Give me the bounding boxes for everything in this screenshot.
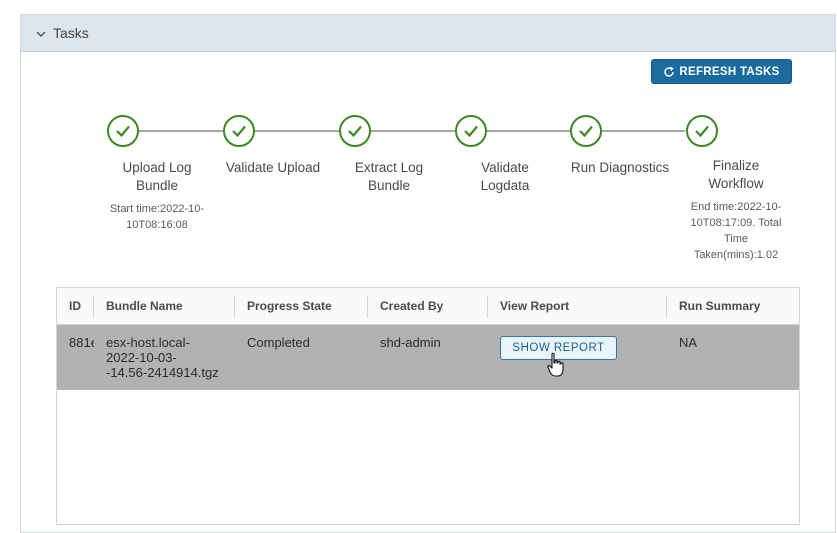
stepper-line (139, 130, 685, 132)
panel-title: Tasks (53, 25, 89, 41)
step-6-check-icon (686, 115, 718, 147)
step-1-check-icon (107, 115, 139, 147)
step-3-check-icon (339, 115, 371, 147)
column-header-id[interactable]: ID (57, 288, 93, 324)
step-2-label: Validate Upload (225, 160, 321, 175)
table-header: ID Bundle Name Progress State Created By… (57, 288, 799, 325)
step-5-label: Run Diagnostics (570, 160, 670, 175)
column-header-progress-state[interactable]: Progress State (235, 288, 367, 324)
tasks-panel-header[interactable]: Tasks (21, 15, 835, 52)
step-3-label: Extract Log Bundle (354, 160, 424, 193)
column-header-run-summary[interactable]: Run Summary (667, 288, 799, 324)
refresh-tasks-label: REFRESH TASKS (679, 65, 780, 78)
table-row[interactable]: 881e esx-host.local- 2022-10-03- -14.56-… (57, 325, 799, 390)
column-header-created-by[interactable]: Created By (368, 288, 487, 324)
step-6-label: Finalize Workflow (708, 158, 764, 191)
step-4-label: Validate Logdata (480, 160, 530, 193)
cell-run-summary: NA (679, 335, 698, 350)
column-header-bundle-name[interactable]: Bundle Name (94, 288, 234, 324)
tasks-table: ID Bundle Name Progress State Created By… (56, 287, 800, 525)
column-header-view-report[interactable]: View Report (488, 288, 666, 324)
chevron-down-icon[interactable] (35, 27, 47, 39)
step-1-label: Upload Log Bundle (122, 160, 192, 193)
end-time-meta: End time:2022-10- 10T08:17:09. Total Tim… (690, 201, 782, 261)
cell-id: 881e (69, 335, 94, 350)
step-4-check-icon (455, 115, 487, 147)
cell-progress-state: Completed (247, 335, 310, 350)
hand-cursor-icon (546, 352, 566, 383)
step-5-check-icon (570, 115, 602, 147)
refresh-icon (663, 66, 675, 78)
step-2-check-icon (223, 115, 255, 147)
cell-created-by: shd-admin (380, 335, 441, 350)
start-time-meta: Start time:2022-10- 10T08:16:08 (109, 203, 205, 231)
cell-bundle-name: esx-host.local- 2022-10-03- -14.56-24149… (106, 335, 219, 380)
refresh-tasks-button[interactable]: REFRESH TASKS (651, 59, 792, 84)
